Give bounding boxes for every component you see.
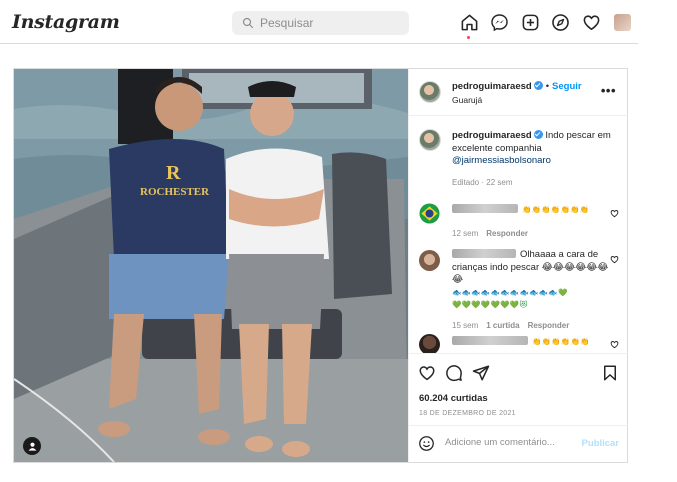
- like-heart-icon[interactable]: [418, 364, 436, 382]
- profile-avatar[interactable]: [613, 13, 631, 31]
- author-username[interactable]: pedroguimaraesd: [452, 81, 532, 92]
- search-box[interactable]: [232, 11, 409, 35]
- comment-1-like-heart-icon[interactable]: [610, 209, 619, 218]
- post-date: 18 DE DEZEMBRO DE 2021: [419, 410, 516, 417]
- comment-1: 👏👏👏👏👏👏👏 12 sem Responder: [452, 204, 610, 240]
- verified-badge-icon: [533, 130, 543, 139]
- boat-photo-illustration: R ROCHESTER: [14, 69, 408, 462]
- comment-1-time: 12 sem: [452, 228, 479, 238]
- search-input[interactable]: [260, 16, 400, 30]
- redacted-username: [452, 336, 528, 345]
- post-side-panel: pedroguimaraesd • Seguir Guarujá ••• pedro…: [408, 69, 628, 462]
- explore-icon[interactable]: [551, 12, 571, 32]
- svg-text:R: R: [166, 162, 181, 184]
- follow-button[interactable]: Seguir: [552, 81, 582, 92]
- user-tag-icon: [28, 442, 36, 451]
- nav-icons: [459, 12, 631, 39]
- comment-avatar-brazil-flag[interactable]: [419, 203, 440, 224]
- comment-2-like-heart-icon[interactable]: [610, 255, 619, 264]
- comments-section[interactable]: pedroguimaraesd Indo pescar em excelente…: [409, 117, 628, 353]
- add-comment-bar: Publicar: [409, 425, 628, 461]
- comment-3-like-heart-icon[interactable]: [610, 340, 619, 349]
- more-options-icon[interactable]: •••: [601, 83, 616, 98]
- top-navigation-bar: Instagram: [0, 0, 638, 44]
- save-bookmark-icon[interactable]: [601, 364, 619, 382]
- comment-3: 👏👏👏👏👏👏: [452, 336, 610, 349]
- share-icon[interactable]: [472, 364, 490, 382]
- publish-button[interactable]: Publicar: [582, 438, 620, 449]
- author-avatar[interactable]: [419, 81, 441, 103]
- post-card: R ROCHESTER pedroguimaraesd • Seguir Gua…: [13, 68, 628, 463]
- post-location[interactable]: Guarujá: [452, 95, 482, 105]
- notification-dot: [467, 36, 470, 39]
- comment-icon[interactable]: [445, 364, 463, 382]
- caption-author-avatar[interactable]: [419, 129, 441, 151]
- comment-1-text: 👏👏👏👏👏👏👏: [522, 205, 590, 214]
- add-comment-input[interactable]: [445, 437, 575, 448]
- post-photo[interactable]: R ROCHESTER: [14, 69, 408, 462]
- emoji-smile-icon[interactable]: [418, 435, 435, 452]
- comment-2-time: 15 sem: [452, 320, 479, 330]
- post-caption: pedroguimaraesd Indo pescar em excelente…: [452, 130, 617, 189]
- caption-mention[interactable]: @jairmessiasbolsonaro: [452, 155, 617, 168]
- comment-3-text: 👏👏👏👏👏👏: [532, 337, 590, 346]
- likes-count[interactable]: 60.204 curtidas: [419, 393, 488, 404]
- instagram-logo[interactable]: Instagram: [12, 11, 120, 33]
- activity-heart-icon[interactable]: [581, 12, 601, 32]
- post-header: pedroguimaraesd • Seguir Guarujá •••: [409, 69, 628, 116]
- comment-avatar-user-2[interactable]: [419, 334, 440, 353]
- post-actions: 60.204 curtidas 18 DE DEZEMBRO DE 2021 P…: [409, 353, 628, 462]
- comment-2-emoji-line-3: 💚💚💚💚💚💚💚😻: [452, 300, 528, 309]
- comment-2-reply-button[interactable]: Responder: [528, 321, 570, 330]
- new-post-icon[interactable]: [520, 12, 540, 32]
- redacted-username: [452, 204, 518, 213]
- tagged-users-button[interactable]: [23, 437, 41, 455]
- comment-2-emoji-line-2: 🐟🐟🐟🐟🐟🐟🐟🐟🐟🐟🐟💚: [452, 287, 568, 297]
- caption-username[interactable]: pedroguimaraesd: [452, 130, 532, 141]
- verified-badge-icon: [533, 81, 543, 90]
- comment-2-likes[interactable]: 1 curtida: [486, 321, 519, 330]
- home-icon[interactable]: [459, 12, 479, 39]
- comment-2: Olhaaaa a cara de crianças indo pescar 😂…: [452, 249, 610, 332]
- caption-edited: Editado · 22 sem: [452, 177, 513, 187]
- svg-text:ROCHESTER: ROCHESTER: [140, 186, 210, 198]
- comment-1-reply-button[interactable]: Responder: [486, 229, 528, 238]
- author-line: pedroguimaraesd • Seguir: [452, 81, 582, 92]
- comment-avatar-user[interactable]: [419, 250, 440, 271]
- redacted-username: [452, 249, 516, 258]
- messenger-icon[interactable]: [490, 12, 510, 32]
- search-icon: [242, 17, 254, 29]
